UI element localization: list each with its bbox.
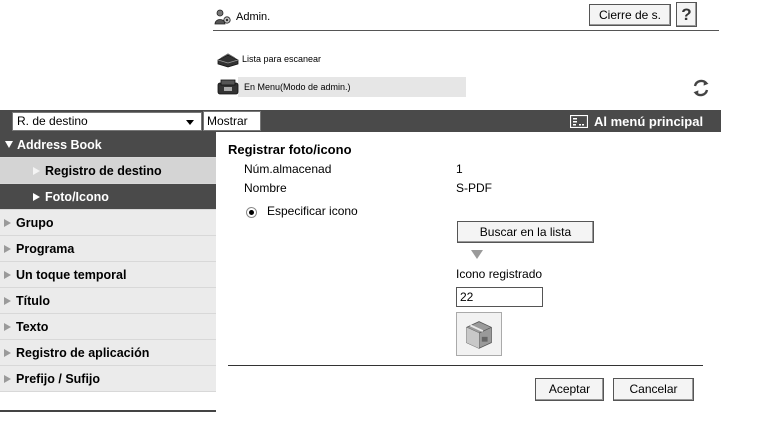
sidebar-item-prefijo-sufijo[interactable]: Prefijo / Sufijo [0, 366, 216, 392]
storage-number-label: Núm.almacenad [244, 162, 332, 176]
triangle-down-icon [5, 141, 13, 148]
sidebar-item-label: Address Book [17, 138, 102, 152]
storage-number-value: 1 [456, 162, 463, 176]
scan-list-link[interactable]: Lista para escanear [242, 54, 321, 64]
header-divider [213, 30, 719, 31]
sidebar-item-un-toque-temporal[interactable]: Un toque temporal [0, 262, 216, 288]
main-menu-link[interactable]: Al menú principal [570, 111, 703, 131]
destination-select-value: R. de destino [17, 114, 88, 128]
main-menu-icon [570, 114, 588, 128]
sidebar-item-label: Título [16, 294, 51, 308]
registered-icon-input[interactable] [456, 287, 543, 307]
destination-select[interactable]: R. de destino [12, 112, 202, 131]
main-menu-label: Al menú principal [594, 113, 704, 129]
sidebar-item-registro-aplicacion[interactable]: Registro de aplicación [0, 340, 216, 366]
sidebar-item-foto-icono[interactable]: Foto/Icono [0, 184, 216, 210]
cancel-button[interactable]: Cancelar [613, 378, 694, 401]
sidebar-item-label: Un toque temporal [16, 268, 127, 282]
page-title: Registrar foto/icono [228, 142, 352, 157]
content-divider [228, 365, 703, 366]
triangle-right-icon [4, 245, 11, 253]
machine-menu-icon[interactable] [217, 79, 239, 95]
scanner-icon[interactable] [217, 52, 239, 68]
sidebar-item-label: Texto [16, 320, 49, 334]
menu-mode-link[interactable]: En Menu(Modo de admin.) [244, 82, 351, 92]
sidebar-item-label: Prefijo / Sufijo [16, 372, 101, 386]
sidebar-item-label: Programa [16, 242, 75, 256]
sidebar-item-address-book[interactable]: Address Book [0, 132, 216, 158]
triangle-right-icon [33, 167, 40, 175]
chevron-down-icon [186, 120, 194, 125]
help-button[interactable]: ? [676, 2, 697, 27]
sidebar: Address Book Registro de destino Foto/Ic… [0, 132, 216, 392]
sidebar-divider [0, 410, 216, 412]
specify-icon-radio[interactable] [246, 207, 257, 218]
triangle-right-icon [4, 349, 11, 357]
refresh-icon[interactable] [690, 77, 712, 99]
sidebar-item-titulo[interactable]: Título [0, 288, 216, 314]
triangle-right-icon [4, 271, 11, 279]
sidebar-item-programa[interactable]: Programa [0, 236, 216, 262]
sidebar-item-texto[interactable]: Texto [0, 314, 216, 340]
triangle-right-icon [4, 375, 11, 383]
sidebar-item-label: Registro de destino [45, 164, 162, 178]
sidebar-item-label: Foto/Icono [45, 190, 109, 204]
triangle-right-icon [4, 219, 11, 227]
show-button[interactable]: Mostrar [203, 111, 261, 131]
search-list-button[interactable]: Buscar en la lista [457, 221, 594, 243]
sidebar-item-label: Registro de aplicación [16, 346, 150, 360]
triangle-right-icon [4, 297, 11, 305]
specify-icon-label: Especificar icono [267, 204, 358, 218]
box-icon [456, 312, 502, 356]
admin-user-icon [214, 9, 231, 25]
registered-icon-label: Icono registrado [456, 267, 543, 281]
accept-button[interactable]: Aceptar [535, 378, 604, 401]
arrow-down-icon [471, 250, 483, 259]
name-label: Nombre [244, 181, 287, 195]
triangle-right-icon [33, 193, 40, 201]
sidebar-item-grupo[interactable]: Grupo [0, 210, 216, 236]
sidebar-item-registro-destino[interactable]: Registro de destino [0, 158, 216, 184]
admin-label: Admin. [236, 11, 271, 23]
logout-button[interactable]: Cierre de s. [589, 4, 671, 26]
sidebar-item-label: Grupo [16, 216, 54, 230]
triangle-right-icon [4, 323, 11, 331]
name-value: S-PDF [456, 181, 492, 195]
